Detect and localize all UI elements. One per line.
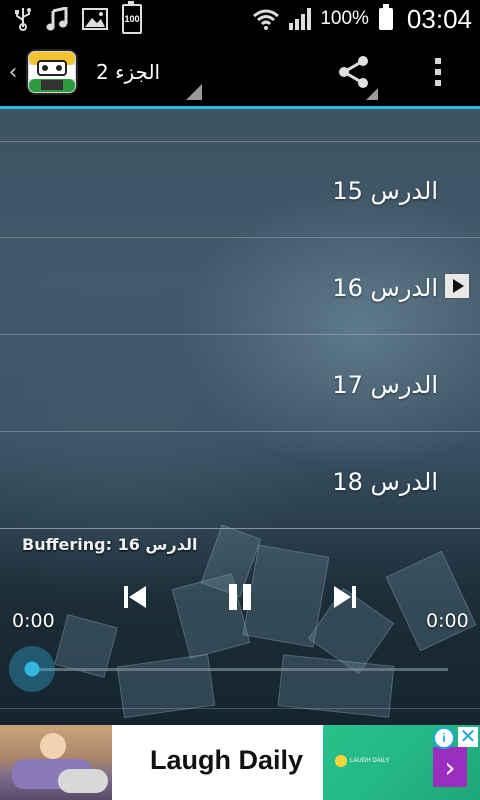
share-menu-indicator-icon — [366, 88, 378, 100]
skip-next-icon — [334, 586, 356, 608]
status-bar: 100 100% 03:04 — [0, 0, 480, 38]
lesson-label: الدرس 15 — [332, 177, 438, 205]
clock: 03:04 — [406, 3, 472, 34]
seek-thumb[interactable] — [9, 646, 55, 692]
ad-banner[interactable]: Laugh Daily LAUGH DAILY › i ✕ — [0, 725, 480, 800]
image-icon — [82, 8, 108, 30]
battery-100-icon: 100 — [122, 1, 142, 34]
app-logo-icon[interactable] — [26, 46, 78, 98]
lesson-item-17[interactable]: الدرس 17 — [0, 335, 480, 432]
next-button[interactable] — [330, 582, 360, 612]
usb-icon — [14, 7, 32, 31]
signal-icon — [288, 7, 312, 31]
player-divider — [0, 528, 480, 529]
spinner-indicator-icon — [186, 84, 202, 100]
action-bar: ‹ الجزء 2 — [0, 38, 480, 109]
ad-close-icon[interactable]: ✕ — [458, 727, 478, 747]
ad-brand-text: LAUGH DAILY — [350, 758, 390, 764]
section-title: الجزء 2 — [96, 60, 161, 84]
battery-icon — [378, 4, 393, 30]
lesson-label: الدرس 17 — [332, 371, 438, 399]
wifi-icon — [252, 7, 280, 31]
lesson-list: الدرس 15 الدرس 16 الدرس 17 الدرس 18 — [0, 141, 480, 529]
total-time: 0:00 — [426, 610, 469, 632]
previous-button[interactable] — [120, 582, 150, 612]
overflow-menu-button[interactable] — [424, 38, 452, 106]
pause-button[interactable] — [225, 582, 255, 612]
lesson-item-18[interactable]: الدرس 18 — [0, 432, 480, 529]
seek-bar[interactable] — [32, 668, 448, 671]
adchoices-info-icon[interactable]: i — [433, 727, 455, 749]
lesson-label: الدرس 18 — [332, 468, 438, 496]
ad-image[interactable] — [0, 725, 112, 800]
smiley-icon — [335, 755, 347, 767]
lesson-label: الدرس 16 — [332, 274, 438, 302]
ad-cta-button[interactable]: › — [433, 747, 467, 787]
music-note-icon — [46, 7, 68, 31]
ad-headline[interactable]: Laugh Daily — [150, 745, 303, 776]
share-icon — [339, 56, 368, 88]
battery-percent: 100% — [320, 8, 369, 29]
now-playing-icon — [444, 273, 470, 299]
share-button[interactable] — [328, 38, 380, 106]
overflow-menu-icon — [435, 58, 441, 64]
lesson-item-16[interactable]: الدرس 16 — [0, 238, 480, 335]
skip-previous-icon — [124, 586, 146, 608]
player-status: Buffering: الدرس 16 — [22, 535, 198, 554]
elapsed-time: 0:00 — [12, 610, 55, 632]
section-spinner[interactable]: الجزء 2 — [96, 38, 202, 106]
pause-icon — [229, 584, 251, 610]
back-chevron-icon[interactable]: ‹ — [2, 60, 24, 85]
player-bottom-divider — [0, 708, 480, 709]
lesson-item-15[interactable]: الدرس 15 — [0, 141, 480, 238]
